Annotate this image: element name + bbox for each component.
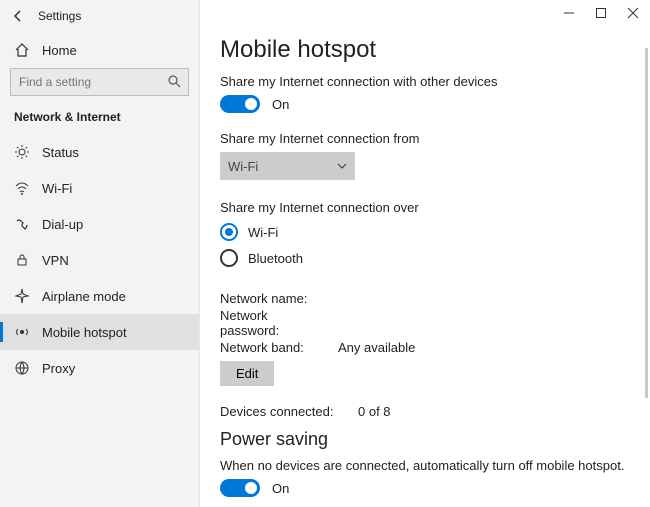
- power-toggle-text: On: [272, 481, 289, 496]
- search-box[interactable]: [10, 68, 189, 96]
- nav-item-airplane[interactable]: Airplane mode: [0, 278, 199, 314]
- share-from-label: Share my Internet connection from: [220, 131, 632, 146]
- devices-value: 0 of 8: [358, 404, 391, 419]
- radio-bt-label: Bluetooth: [248, 251, 303, 266]
- search-icon: [167, 74, 181, 88]
- back-icon[interactable]: [10, 8, 26, 24]
- chevron-down-icon: [337, 161, 347, 171]
- nav-item-status[interactable]: Status: [0, 134, 199, 170]
- nav-label: Wi-Fi: [42, 181, 72, 196]
- scrollbar[interactable]: [645, 48, 648, 398]
- nav-label: Airplane mode: [42, 289, 126, 304]
- nav-item-wifi[interactable]: Wi-Fi: [0, 170, 199, 206]
- devices-label: Devices connected:: [220, 404, 350, 419]
- nav-item-vpn[interactable]: VPN: [0, 242, 199, 278]
- wifi-icon: [14, 180, 30, 196]
- share-toggle-text: On: [272, 97, 289, 112]
- nav-label: VPN: [42, 253, 69, 268]
- nav-label: Proxy: [42, 361, 75, 376]
- sidebar: Settings Home Network & Internet Stat: [0, 0, 200, 507]
- nav-item-proxy[interactable]: Proxy: [0, 350, 199, 386]
- proxy-icon: [14, 360, 30, 376]
- content-pane: Mobile hotspot Share my Internet connect…: [200, 0, 650, 507]
- vpn-icon: [14, 252, 30, 268]
- home-nav[interactable]: Home: [0, 32, 199, 68]
- nav-label: Mobile hotspot: [42, 325, 127, 340]
- share-toggle[interactable]: [220, 95, 260, 113]
- edit-button[interactable]: Edit: [220, 361, 274, 386]
- window-controls: [560, 4, 642, 22]
- close-icon[interactable]: [624, 4, 642, 22]
- power-heading: Power saving: [220, 429, 632, 450]
- power-desc: When no devices are connected, automatic…: [220, 458, 632, 473]
- home-label: Home: [42, 43, 77, 58]
- radio-bluetooth[interactable]: [220, 249, 238, 267]
- nav-item-dialup[interactable]: Dial-up: [0, 206, 199, 242]
- radio-wifi-label: Wi-Fi: [248, 225, 278, 240]
- band-label: Network band:: [220, 340, 330, 355]
- share-label: Share my Internet connection with other …: [220, 74, 632, 89]
- status-icon: [14, 144, 30, 160]
- hotspot-icon: [14, 324, 30, 340]
- power-toggle[interactable]: [220, 479, 260, 497]
- share-from-value: Wi-Fi: [228, 159, 258, 174]
- share-over-label: Share my Internet connection over: [220, 200, 632, 215]
- share-from-select[interactable]: Wi-Fi: [220, 152, 355, 180]
- airplane-icon: [14, 288, 30, 304]
- nav-item-hotspot[interactable]: Mobile hotspot: [0, 314, 199, 350]
- radio-wifi[interactable]: [220, 223, 238, 241]
- net-pwd-label: Network password:: [220, 308, 330, 338]
- nav-label: Status: [42, 145, 79, 160]
- search-input[interactable]: [10, 68, 189, 96]
- radio-bt-row[interactable]: Bluetooth: [220, 249, 632, 267]
- minimize-icon[interactable]: [560, 4, 578, 22]
- maximize-icon[interactable]: [592, 4, 610, 22]
- app-title: Settings: [38, 9, 81, 23]
- nav-list: Status Wi-Fi Dial-up VPN: [0, 134, 199, 386]
- nav-label: Dial-up: [42, 217, 83, 232]
- page-title: Mobile hotspot: [220, 36, 632, 64]
- radio-wifi-row[interactable]: Wi-Fi: [220, 223, 632, 241]
- sidebar-section-title: Network & Internet: [0, 106, 199, 134]
- net-name-label: Network name:: [220, 291, 330, 306]
- home-icon: [14, 42, 30, 58]
- dialup-icon: [14, 216, 30, 232]
- titlebar-left: Settings: [0, 0, 199, 32]
- band-value: Any available: [338, 340, 415, 355]
